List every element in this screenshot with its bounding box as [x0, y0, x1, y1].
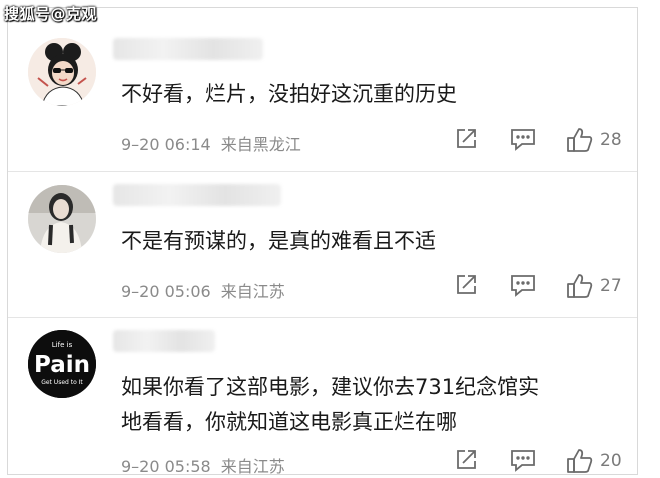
- comment-location: 来自黑龙江: [220, 135, 301, 154]
- like-icon[interactable]: [566, 273, 594, 299]
- watermark: 搜狐号@克观: [4, 5, 98, 23]
- comment-meta: 9–20 05:58 来自江苏: [121, 453, 285, 477]
- comment-list: 不好看，烂片，没拍好这沉重的历史 9–20 06:14 来自黑龙江 28 不是有…: [7, 7, 638, 477]
- share-icon[interactable]: [454, 273, 478, 297]
- reply-icon[interactable]: [510, 273, 536, 297]
- username-blurred[interactable]: [113, 330, 215, 352]
- reply-icon[interactable]: [510, 448, 536, 472]
- woman-photo-avatar[interactable]: [28, 185, 96, 253]
- like-count: 27: [600, 276, 622, 296]
- divider: [8, 317, 637, 318]
- comment-time: 9–20 05:06: [121, 282, 211, 301]
- comment-location: 来自江苏: [220, 457, 285, 476]
- username-blurred[interactable]: [113, 38, 263, 60]
- comment-text: 如果你看了这部电影，建议你去731纪念馆实 地看看，你就知道这电影真正烂在哪: [121, 375, 540, 434]
- reply-icon[interactable]: [510, 127, 536, 151]
- like-count: 20: [600, 451, 622, 471]
- username-blurred[interactable]: [113, 184, 281, 206]
- like-icon[interactable]: [566, 448, 594, 474]
- life-is-pain-avatar[interactable]: Life is Pain Get Used to It: [28, 330, 96, 398]
- avatar-text-bottom: Get Used to It: [41, 379, 83, 386]
- like-count: 28: [600, 130, 622, 150]
- comment-text: 不好看，烂片，没拍好这沉重的历史: [121, 82, 457, 106]
- share-icon[interactable]: [454, 448, 478, 472]
- comment-text: 不是有预谋的，是真的难看且不适: [121, 229, 436, 253]
- comment-meta: 9–20 05:06 来自江苏: [121, 278, 285, 302]
- like-icon[interactable]: [566, 127, 594, 153]
- comment-meta: 9–20 06:14 来自黑龙江: [121, 131, 301, 155]
- cartoon-girl-sunglasses-avatar[interactable]: [28, 38, 96, 106]
- divider: [8, 171, 637, 172]
- comment-location: 来自江苏: [220, 282, 285, 301]
- comment-time: 9–20 05:58: [121, 457, 211, 476]
- avatar-text-main: Pain: [34, 352, 90, 378]
- avatar-text-top: Life is: [52, 341, 73, 349]
- comment-time: 9–20 06:14: [121, 135, 211, 154]
- share-icon[interactable]: [454, 127, 478, 151]
